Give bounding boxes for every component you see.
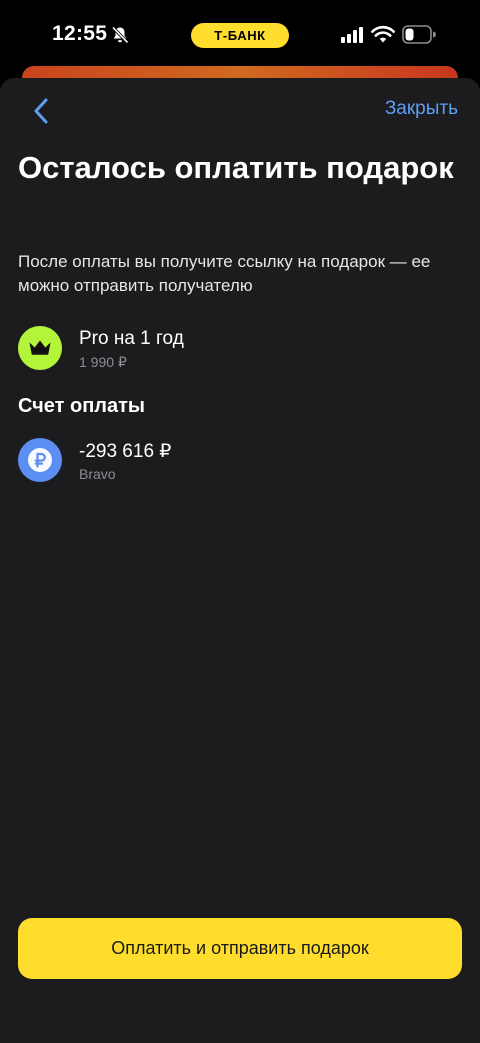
product-price: 1 990 ₽ <box>79 354 127 370</box>
chevron-left-icon <box>34 98 48 124</box>
ruble-icon <box>28 448 52 472</box>
battery-icon <box>402 25 436 44</box>
back-button[interactable] <box>24 94 58 128</box>
page-subtitle: После оплаты вы получите ссылку на подар… <box>18 252 431 295</box>
product-title: Pro на 1 год <box>79 328 184 349</box>
account-avatar <box>18 438 62 482</box>
product-avatar <box>18 326 62 370</box>
bell-slash-icon <box>111 26 129 44</box>
product-item: Pro на 1 год 1 990 ₽ <box>18 326 458 374</box>
wifi-icon <box>371 25 395 43</box>
status-time: 12:55 <box>52 22 108 45</box>
payment-account-heading: Счет оплаты <box>18 395 146 417</box>
signal-icon <box>341 27 363 43</box>
gift-payment-sheet: Закрыть Осталось оплатить подарок После … <box>0 78 480 1043</box>
status-bar: 12:55 Т-БАНК <box>0 0 480 72</box>
page-title: Осталось оплатить подарок <box>18 150 454 185</box>
carrier-pill: Т-БАНК <box>191 23 289 48</box>
crown-icon <box>29 340 51 355</box>
close-button[interactable]: Закрыть <box>385 98 458 120</box>
account-name: Bravo <box>79 466 116 482</box>
pay-and-send-gift-button[interactable]: Оплатить и отправить подарок <box>18 918 462 979</box>
payment-account-item[interactable]: -293 616 ₽ Bravo <box>18 438 458 486</box>
account-balance: -293 616 ₽ <box>79 441 172 462</box>
